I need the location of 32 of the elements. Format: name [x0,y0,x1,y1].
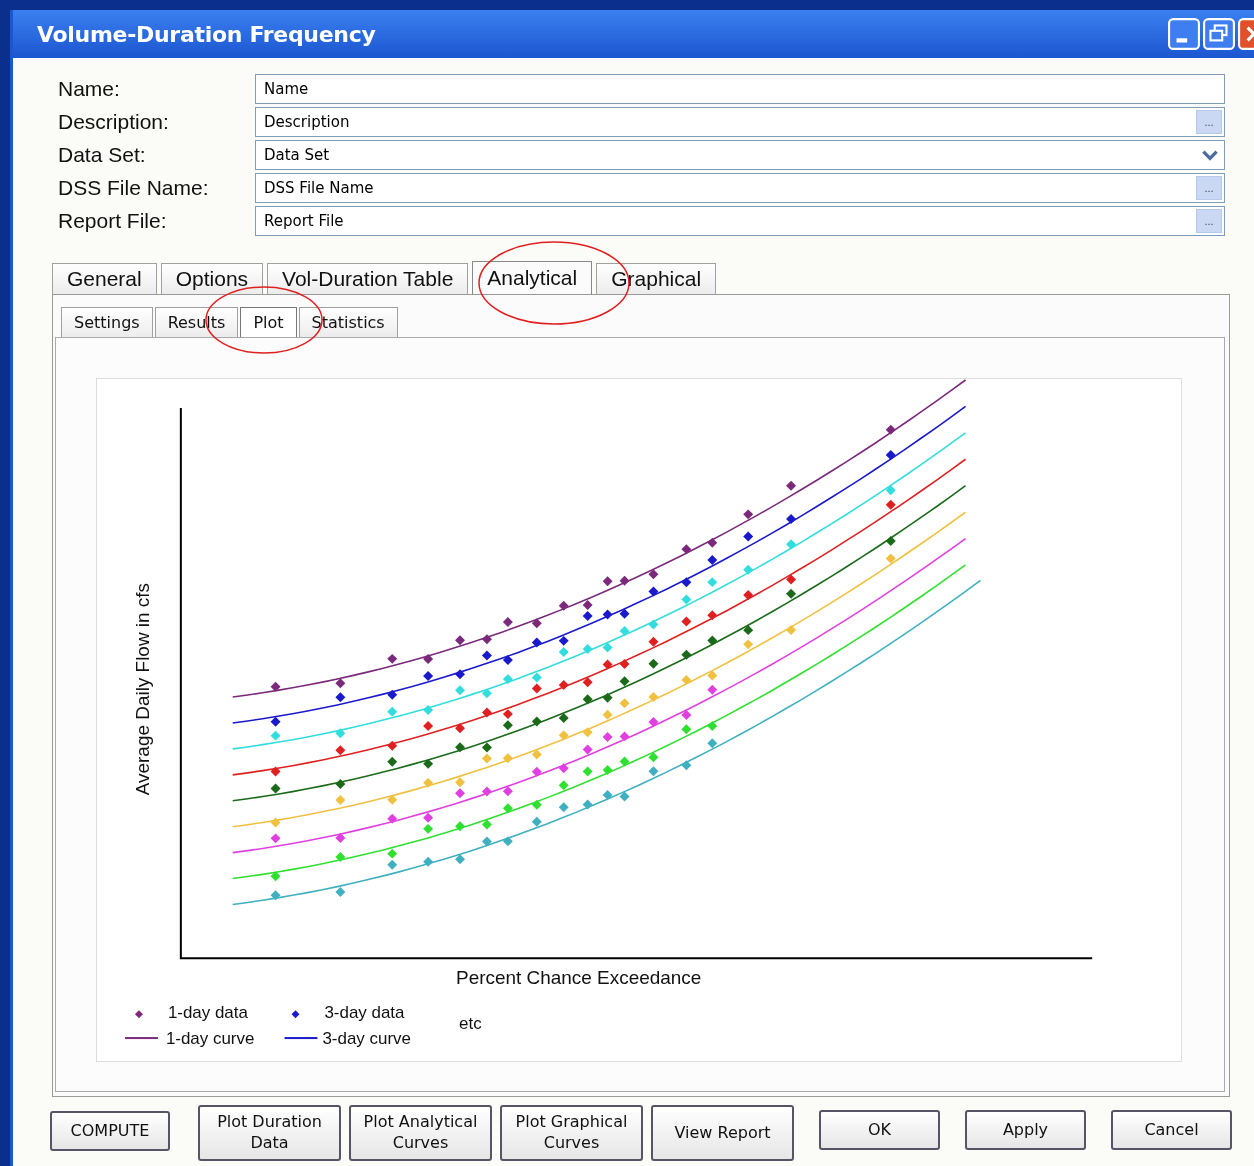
tab[interactable]: Plot [240,307,297,337]
field-label: Name: [58,76,121,102]
action-button[interactable]: Cancel [1111,1110,1232,1150]
window-title: Volume-Duration Frequency [37,21,376,47]
tab[interactable]: Vol-Duration Table [267,263,469,294]
tab[interactable]: Analytical [472,261,593,294]
tab[interactable]: Settings [61,307,153,337]
tab[interactable]: General [52,263,157,294]
action-button[interactable]: OK [819,1110,940,1150]
field-label: Report File: [58,208,168,234]
action-button[interactable]: Apply [965,1110,1086,1150]
browse-button[interactable]: ... [1196,176,1222,200]
legend-label: 3-day data [324,1003,405,1023]
input-field[interactable]: Name [255,74,1225,104]
legend-label: 1-day data [167,1003,248,1023]
dropdown-field[interactable]: Data Set [255,140,1225,170]
field-label: Data Set: [58,142,147,168]
legend-label: 3-day curve [322,1029,411,1049]
x-axis-label: Percent Chance Exceedance [456,967,702,989]
action-button[interactable]: COMPUTE [50,1111,170,1151]
field-label: DSS File Name: [58,175,210,201]
tab[interactable]: Options [160,263,264,294]
browse-button[interactable]: ... [1196,110,1222,134]
action-button[interactable]: Plot Duration Data [198,1105,341,1161]
legend-note: etc [459,1014,482,1034]
y-axis-label: Average Daily Flow in cfs [131,582,153,796]
field-label: Description: [58,109,170,135]
action-button[interactable]: Plot Analytical Curves [349,1105,492,1161]
legend-label: 1-day curve [165,1029,255,1049]
action-button[interactable]: Plot Graphical Curves [500,1105,643,1161]
action-button[interactable]: View Report [651,1105,794,1161]
browse-button[interactable]: ... [1196,209,1222,233]
